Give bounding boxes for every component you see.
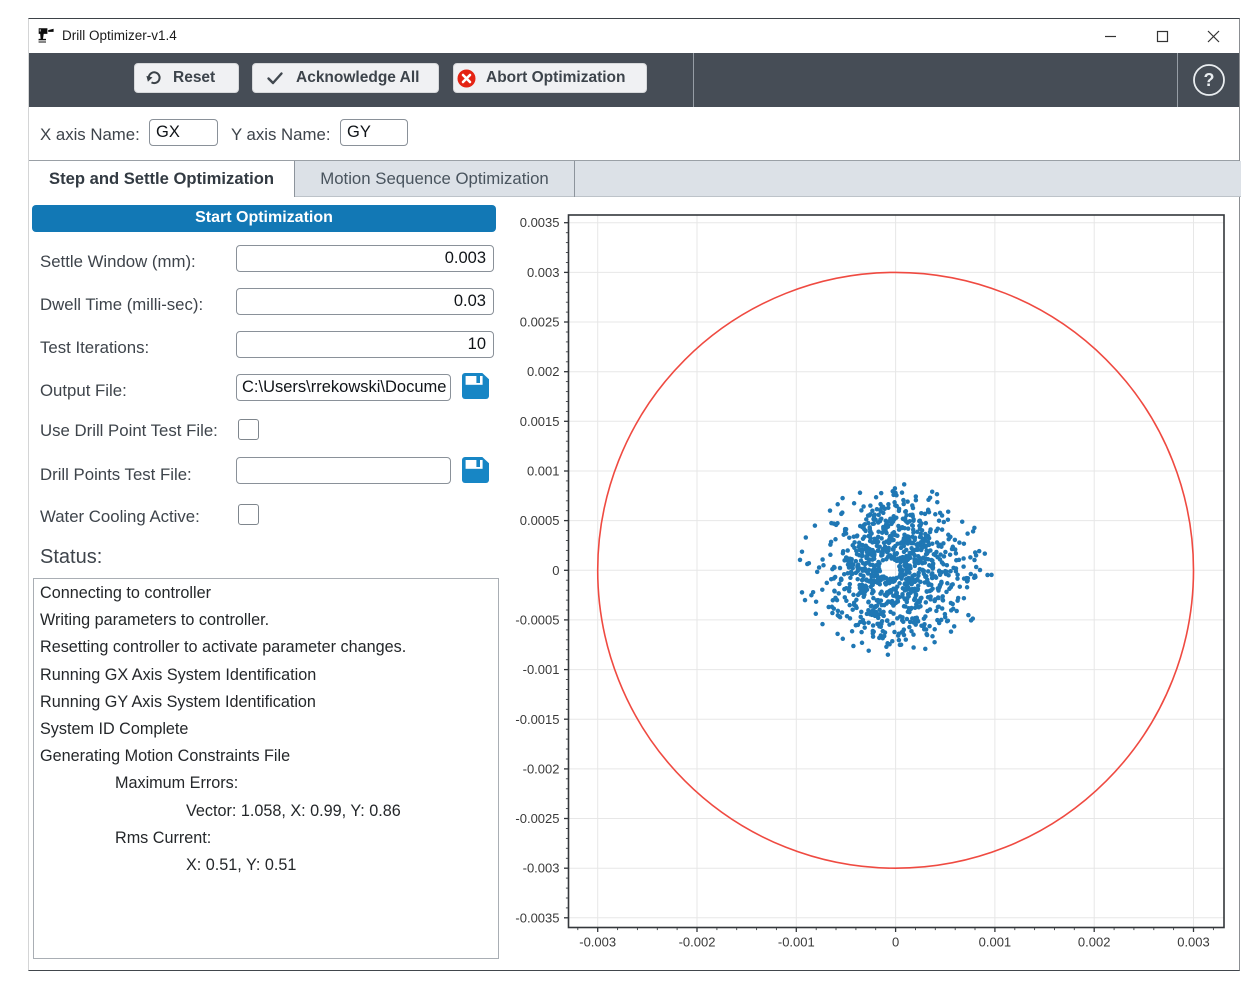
svg-text:0: 0 (552, 563, 559, 578)
svg-text:0.0005: 0.0005 (520, 513, 560, 528)
svg-text:?: ? (1204, 70, 1215, 90)
svg-text:0.003: 0.003 (1177, 935, 1210, 950)
svg-text:0.0015: 0.0015 (520, 414, 560, 429)
svg-text:-0.003: -0.003 (523, 861, 560, 876)
svg-text:-0.002: -0.002 (523, 761, 560, 776)
svg-text:0.001: 0.001 (527, 464, 560, 479)
svg-text:-0.0025: -0.0025 (515, 811, 559, 826)
svg-text:0: 0 (892, 935, 899, 950)
svg-text:0.002: 0.002 (527, 364, 560, 379)
svg-text:0.0025: 0.0025 (520, 315, 560, 330)
svg-text:-0.002: -0.002 (679, 935, 716, 950)
svg-text:-0.003: -0.003 (579, 935, 616, 950)
svg-text:0.003: 0.003 (527, 265, 560, 280)
svg-text:-0.0005: -0.0005 (515, 612, 559, 627)
svg-text:0.002: 0.002 (1078, 935, 1111, 950)
svg-text:-0.001: -0.001 (778, 935, 815, 950)
svg-text:-0.0015: -0.0015 (515, 712, 559, 727)
svg-text:-0.001: -0.001 (523, 662, 560, 677)
svg-text:0.001: 0.001 (979, 935, 1012, 950)
svg-text:0.0035: 0.0035 (520, 215, 560, 230)
svg-text:-0.0035: -0.0035 (515, 910, 559, 925)
